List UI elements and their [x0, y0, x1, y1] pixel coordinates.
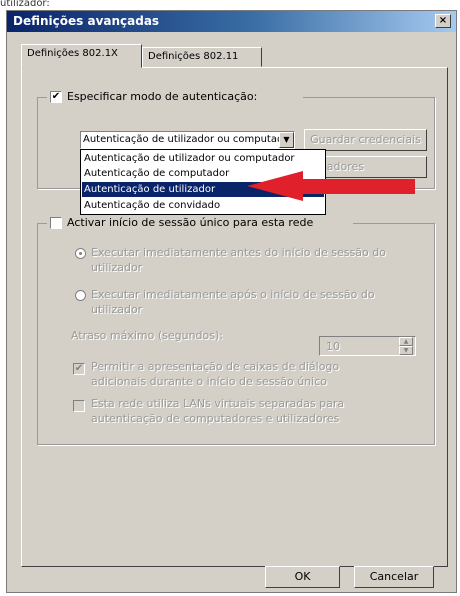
auth-mode-selected-value: Autenticação de utilizador ou computador: [83, 134, 294, 145]
run-after-radio[interactable]: [75, 290, 86, 301]
title-bar[interactable]: Definições avançadas ×: [7, 11, 456, 32]
save-credentials-button[interactable]: Guardar credenciais: [304, 129, 427, 151]
dialog-title: Definições avançadas: [13, 14, 160, 28]
run-after-label: Executar imediatamente após o início de …: [91, 288, 375, 316]
ok-button[interactable]: OK: [265, 566, 340, 588]
separate-vlan-checkbox[interactable]: [73, 400, 85, 412]
top-text-fragment: utilizador:: [0, 0, 50, 8]
advanced-settings-dialog: Definições avançadas × Definições 802.1X…: [6, 10, 457, 593]
close-button[interactable]: ×: [435, 14, 451, 28]
option-user-or-computer[interactable]: Autenticação de utilizador ou computador: [82, 151, 324, 166]
check-icon: ✔: [51, 91, 61, 102]
run-before-radio[interactable]: [75, 248, 86, 259]
enable-sso-label: Activar início de sessão único para esta…: [67, 216, 314, 229]
separate-vlan-label: Esta rede utiliza LANs virtuais separada…: [91, 397, 345, 425]
max-delay-value: 10: [326, 340, 340, 353]
max-delay-label: Atraso máximo (segundos):: [71, 329, 223, 342]
arrow-icon: [247, 171, 415, 201]
max-delay-spinner[interactable]: 10 ▲ ▼: [319, 336, 416, 356]
specify-auth-checkbox[interactable]: ✔: [50, 91, 62, 103]
cancel-button[interactable]: Cancelar: [354, 566, 434, 588]
spin-up-icon[interactable]: ▲: [399, 337, 413, 346]
enable-sso-checkbox[interactable]: [50, 217, 62, 229]
run-before-label: Executar imediatamente antes do início d…: [91, 246, 386, 274]
allow-dialogs-checkbox[interactable]: ✔: [73, 363, 85, 375]
chevron-down-icon[interactable]: ▼: [279, 132, 294, 148]
check-icon: ✔: [74, 363, 84, 374]
close-icon: ×: [438, 15, 448, 26]
specify-auth-label: Especificar modo de autenticação:: [67, 90, 258, 103]
sso-legend: Activar início de sessão único para esta…: [47, 216, 353, 230]
red-arrow-annotation: [247, 171, 415, 201]
spin-down-icon[interactable]: ▼: [399, 346, 413, 355]
auth-mode-select[interactable]: Autenticação de utilizador ou computador…: [80, 131, 295, 149]
auth-legend: ✔ Especificar modo de autenticação:: [47, 90, 303, 104]
allow-dialogs-label: Permitir a apresentação de caixas de diá…: [91, 360, 340, 388]
tab-802-11[interactable]: Definições 802.11: [142, 47, 262, 67]
tab-802-1x[interactable]: Definições 802.1X: [21, 44, 142, 68]
